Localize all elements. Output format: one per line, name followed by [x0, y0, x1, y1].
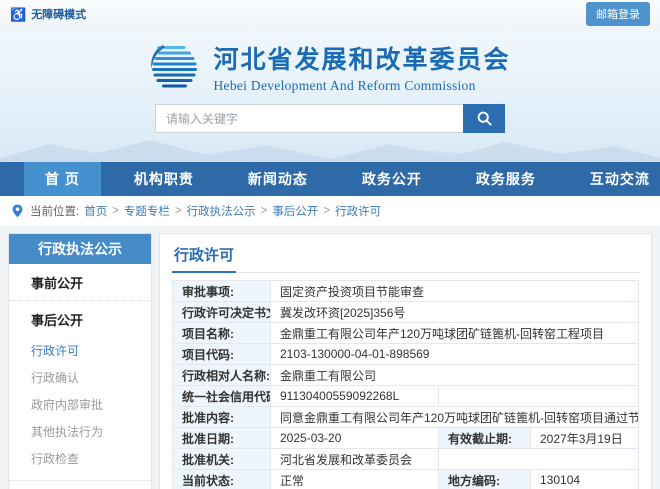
- field-label: 行政相对人名称:: [173, 365, 271, 386]
- site-brand: 河北省发展和改革委员会 Hebei Development And Reform…: [0, 28, 660, 94]
- accessibility-mode-toggle[interactable]: ♿ 无障碍模式: [10, 6, 86, 22]
- sidebar-item-other-enforcement[interactable]: 其他执法行为: [9, 418, 151, 445]
- field-label: 统一社会信用代码:: [173, 386, 271, 407]
- table-row: 行政许可决定书文号: 冀发改环资[2025]356号: [173, 302, 639, 323]
- table-row: 批准内容: 同意金鼎重工有限公司年产120万吨球团矿链篦机-回转窑项目通过节能审…: [173, 407, 639, 428]
- field-value: 金鼎重工有限公司年产120万吨球团矿链篦机-回转窑工程项目: [271, 323, 639, 344]
- nav-item-gov-services[interactable]: 政务服务: [455, 162, 557, 196]
- mountain-watermark: [0, 132, 660, 162]
- search-icon: [476, 110, 493, 127]
- table-row: 行政相对人名称: 金鼎重工有限公司: [173, 365, 639, 386]
- field-value: 金鼎重工有限公司: [271, 365, 639, 386]
- search-input[interactable]: [155, 104, 463, 133]
- email-login-button[interactable]: 邮箱登录: [586, 2, 650, 26]
- sidebar-item-pre-disclosure[interactable]: 事前公开: [9, 264, 151, 301]
- sidebar: 行政执法公示 事前公开 事后公开 行政许可 行政确认 政府内部审批 其他执法行为…: [8, 233, 152, 489]
- nav-item-news[interactable]: 新闻动态: [227, 162, 329, 196]
- site-title-en: Hebei Development And Reform Commission: [213, 78, 510, 94]
- field-value: 91130400559092268L: [271, 386, 439, 407]
- field-value: 2027年3月19日: [531, 428, 639, 449]
- sidebar-item-administrative-license[interactable]: 行政许可: [9, 337, 151, 364]
- license-detail-table: 审批事项: 固定资产投资项目节能审查 行政许可决定书文号: 冀发改环资[2025…: [172, 280, 639, 489]
- table-row: 审批事项: 固定资产投资项目节能审查: [173, 281, 639, 302]
- page-title: 行政许可: [172, 243, 236, 273]
- field-value: 正常: [271, 470, 439, 489]
- field-label: 有效截止期:: [439, 428, 531, 449]
- field-label: 行政许可决定书文号:: [173, 302, 271, 323]
- sidebar-post-disclosure-items: 行政许可 行政确认 政府内部审批 其他执法行为 行政检查: [9, 337, 151, 481]
- sidebar-item-administrative-inspection[interactable]: 行政检查: [9, 445, 151, 472]
- top-utility-bar: ♿ 无障碍模式 邮箱登录: [0, 0, 660, 28]
- nav-item-interaction[interactable]: 互动交流: [569, 162, 660, 196]
- field-value: 2103-130000-04-01-898569: [271, 344, 639, 365]
- field-value: 固定资产投资项目节能审查: [271, 281, 639, 302]
- field-label: 项目代码:: [173, 344, 271, 365]
- location-pin-icon: [12, 204, 23, 218]
- content-area: 行政执法公示 事前公开 事后公开 行政许可 行政确认 政府内部审批 其他执法行为…: [0, 226, 660, 489]
- field-label: 批准日期:: [173, 428, 271, 449]
- site-title-block: 河北省发展和改革委员会 Hebei Development And Reform…: [213, 40, 510, 94]
- table-row: 当前状态: 正常 地方编码: 130104: [173, 470, 639, 489]
- accessibility-mode-label: 无障碍模式: [31, 6, 86, 22]
- nav-item-gov-info[interactable]: 政务公开: [341, 162, 443, 196]
- field-label: 地方编码:: [439, 470, 531, 489]
- field-value: 2025-03-20: [271, 428, 439, 449]
- main-panel: 行政许可 审批事项: 固定资产投资项目节能审查 行政许可决定书文号: 冀发改环资…: [159, 233, 652, 489]
- table-row: 批准日期: 2025-03-20 有效截止期: 2027年3月19日: [173, 428, 639, 449]
- nav-item-duties[interactable]: 机构职责: [113, 162, 215, 196]
- table-row: 项目代码: 2103-130000-04-01-898569: [173, 344, 639, 365]
- field-value-empty: [439, 449, 639, 470]
- breadcrumb-item-administrative-license[interactable]: 行政许可: [335, 203, 381, 219]
- field-label: 批准机关:: [173, 449, 271, 470]
- breadcrumb-item-home[interactable]: 首页: [84, 203, 107, 219]
- site-title-zh: 河北省发展和改革委员会: [213, 40, 510, 76]
- field-label: 审批事项:: [173, 281, 271, 302]
- commission-logo-globe-icon: [149, 41, 201, 93]
- field-value: 冀发改环资[2025]356号: [271, 302, 639, 323]
- breadcrumb: 当前位置: 首页 > 专题专栏 > 行政执法公示 > 事后公开 > 行政许可: [0, 196, 660, 226]
- breadcrumb-item-enforcement-publicity[interactable]: 行政执法公示: [187, 203, 256, 219]
- field-value: 同意金鼎重工有限公司年产120万吨球团矿链篦机-回转窑项目通过节能审查。: [271, 407, 639, 428]
- search-bar: [155, 104, 505, 133]
- wheelchair-icon: ♿: [10, 8, 26, 21]
- main-nav: 首 页 机构职责 新闻动态 政务公开 政务服务 互动交流: [0, 162, 660, 196]
- breadcrumb-item-post-disclosure[interactable]: 事后公开: [272, 203, 318, 219]
- sidebar-item-post-disclosure[interactable]: 事后公开: [9, 301, 151, 337]
- field-label: 项目名称:: [173, 323, 271, 344]
- breadcrumb-item-special-topics[interactable]: 专题专栏: [124, 203, 170, 219]
- search-button[interactable]: [463, 104, 505, 133]
- field-label: 批准内容:: [173, 407, 271, 428]
- site-masthead: 河北省发展和改革委员会 Hebei Development And Reform…: [0, 28, 660, 162]
- table-row: 统一社会信用代码: 91130400559092268L: [173, 386, 639, 407]
- field-label: 当前状态:: [173, 470, 271, 489]
- field-value: 130104: [531, 470, 639, 489]
- field-value: 河北省发展和改革委员会: [271, 449, 439, 470]
- page: ♿ 无障碍模式 邮箱登录: [0, 0, 660, 489]
- field-value-empty: [439, 386, 639, 407]
- sidebar-title: 行政执法公示: [9, 234, 151, 264]
- title-divider: [172, 272, 639, 273]
- sidebar-item-internal-approval[interactable]: 政府内部审批: [9, 391, 151, 418]
- table-row: 批准机关: 河北省发展和改革委员会: [173, 449, 639, 470]
- table-row: 项目名称: 金鼎重工有限公司年产120万吨球团矿链篦机-回转窑工程项目: [173, 323, 639, 344]
- breadcrumb-prefix: 当前位置:: [30, 203, 79, 219]
- sidebar-item-administrative-confirmation[interactable]: 行政确认: [9, 364, 151, 391]
- nav-item-home[interactable]: 首 页: [24, 162, 101, 196]
